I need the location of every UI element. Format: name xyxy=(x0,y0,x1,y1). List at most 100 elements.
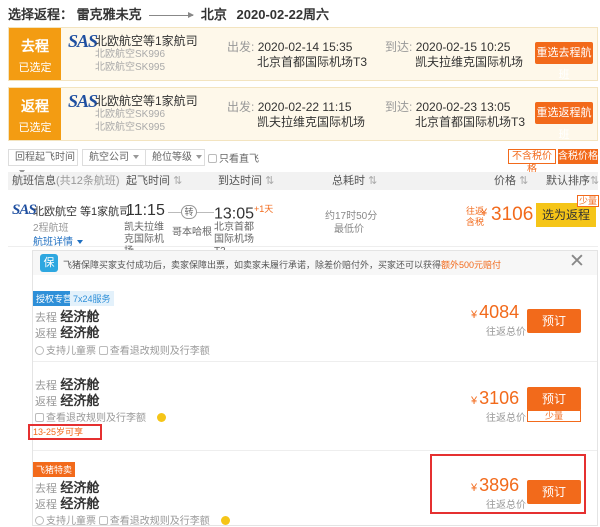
sort-arrows-icon: ⇅ xyxy=(590,175,600,187)
flight-dep-time: 11:15 xyxy=(126,202,165,219)
offer-3-book-button[interactable]: 预订 xyxy=(527,480,581,504)
outbound-airline: 北欧航空等1家航司 xyxy=(95,34,198,48)
offer-1-book-button[interactable]: 预订 xyxy=(527,309,581,333)
offer-3-feature-child: 支持儿童票 xyxy=(46,516,96,527)
offer-2-feature-rules[interactable]: 查看退改规则及行李额 xyxy=(46,413,146,424)
return-arrive-label: 到达: xyxy=(385,100,413,114)
offer-3-price-value: 3896 xyxy=(479,475,520,495)
sort-arrows-icon: ⇅ xyxy=(519,175,529,187)
return-depart-airport: 凯夫拉维克国际机场 xyxy=(257,115,366,129)
header-to: 北京 xyxy=(200,7,227,22)
outbound-arrive-airport: 凯夫拉维克国际机场 xyxy=(415,55,524,69)
col-price-label: 价格 xyxy=(494,175,516,187)
flash-sale-tag: 飞猪特卖 xyxy=(33,462,76,477)
flight-price: 3106 xyxy=(491,204,534,225)
col-duration-sort[interactable]: 总耗时 ⇅ xyxy=(332,172,377,190)
guarantee-text-main: 飞猪保障买家支付成功后，卖家保障出票，如卖家未履行承诺，除差价赔付外，买家还可以… xyxy=(63,260,442,270)
outbound-arrive-time: 2020-02-15 10:25 xyxy=(415,40,511,54)
return-airline: 北欧航空等1家航司 xyxy=(95,94,198,108)
return-tag-label: 返程 xyxy=(21,98,49,114)
flight-duration-sub: 最低价 xyxy=(334,224,364,235)
return-depart-label: 出发: xyxy=(227,100,255,114)
guarantee-text-highlight: 额外500元赔付 xyxy=(441,260,502,270)
sas-logo-icon: SAS xyxy=(68,91,98,111)
outbound-arrive-label: 到达: xyxy=(385,40,413,54)
offer-1-seg-label: 返程 xyxy=(35,328,57,340)
outbound-depart-time: 2020-02-14 15:35 xyxy=(257,40,353,54)
flight-details-link[interactable]: 航班详情 xyxy=(33,233,83,248)
filter-cabin[interactable]: 舱位等级 xyxy=(145,149,205,166)
offer-3-feature-rules[interactable]: 查看退改规则及行李额 xyxy=(110,516,210,527)
flight-arr-time: 13:05+1天 xyxy=(214,202,273,223)
chevron-down-icon xyxy=(133,155,139,160)
return-tag: 返程 已选定 xyxy=(9,88,61,140)
return-depart-time: 2020-02-22 11:15 xyxy=(257,100,352,114)
filter-departure-time[interactable]: 回程起飞时间 xyxy=(8,149,78,175)
offer-2-price: ¥3106 xyxy=(471,388,519,409)
flight-arr-plus: +1天 xyxy=(254,204,274,214)
shield-icon: 保 xyxy=(40,254,58,272)
offer-1-feature-rules[interactable]: 查看退改规则及行李额 xyxy=(110,346,210,357)
yen-icon: ¥ xyxy=(481,207,488,219)
authorized-tag: 授权专营 xyxy=(33,291,76,306)
outbound-leg-box: 去程 已选定 SAS 北欧航空等1家航司 北欧航空SK996 北欧航空SK995… xyxy=(8,27,598,81)
col-arrive-sort[interactable]: 到达时间 ⇅ xyxy=(218,172,274,190)
document-icon xyxy=(35,413,44,422)
filter-airline[interactable]: 航空公司 xyxy=(82,149,146,166)
col-flight-info-label: 航班信息 xyxy=(12,175,56,187)
close-icon[interactable]: ✕ xyxy=(569,252,585,272)
offer-2-book-button[interactable]: 预订 xyxy=(527,387,581,411)
price-without-tax-toggle[interactable]: 不含税价格 xyxy=(508,149,556,175)
document-icon xyxy=(98,516,108,525)
checkbox-icon[interactable] xyxy=(208,154,217,163)
page-header: 选择返程： 雷克雅未克 北京 2020-02-22周六 xyxy=(8,4,329,23)
offer-2-cabin: 经济舱 xyxy=(60,393,100,408)
col-flight-count: (共12条航班) xyxy=(56,175,120,187)
return-flight-1: 北欧航空SK996 xyxy=(95,109,166,120)
transfer-city: 哥本哈根 xyxy=(172,227,212,238)
flight-airline: 北欧航空 等1家航司 xyxy=(33,206,131,218)
yen-icon: ¥ xyxy=(471,395,478,407)
col-default-sort[interactable]: 默认排序⇅ xyxy=(546,172,599,190)
outbound-depart-label: 出发: xyxy=(227,40,255,54)
sort-arrows-icon: ⇅ xyxy=(173,175,183,187)
offer-2-price-value: 3106 xyxy=(479,388,520,408)
col-default-sort-label: 默认排序 xyxy=(546,175,590,187)
offer-1-price: ¥4084 xyxy=(471,302,519,323)
col-price-sort[interactable]: 价格 ⇅ xyxy=(494,172,528,190)
header-from: 雷克雅未克 xyxy=(76,7,142,22)
price-with-tax-toggle[interactable]: 含税价格 xyxy=(558,149,598,164)
col-depart-label: 起飞时间 xyxy=(126,175,170,187)
filter-airline-label: 航空公司 xyxy=(89,152,129,163)
document-icon xyxy=(98,346,108,355)
return-status: 已选定 xyxy=(18,122,52,134)
offer-3-price-sub: 往返总价 xyxy=(486,500,526,511)
direct-only-filter[interactable]: 只看直飞 xyxy=(208,150,259,165)
chevron-down-icon xyxy=(196,155,202,160)
header-date: 2020-02-22周六 xyxy=(236,7,330,22)
offer-1-segment-2: 返程 经济舱 xyxy=(35,322,99,341)
divider xyxy=(33,361,597,362)
sort-arrows-icon: ⇅ xyxy=(265,175,275,187)
yen-icon: ¥ xyxy=(471,309,478,321)
outbound-tag-label: 去程 xyxy=(21,38,49,54)
sas-logo-icon: SAS xyxy=(68,31,98,51)
header-prefix: 选择返程： xyxy=(8,7,74,22)
service-tag: 7x24服务 xyxy=(70,291,114,306)
flight-arr-time-value: 13:05 xyxy=(214,205,255,223)
outbound-tag: 去程 已选定 xyxy=(9,28,61,80)
offer-3-cabin: 经济舱 xyxy=(60,496,100,511)
col-depart-sort[interactable]: 起飞时间 ⇅ xyxy=(126,172,182,190)
age-requirement-note: 13-25岁可享 xyxy=(28,424,102,440)
limited-seats-badge: 少量 xyxy=(577,195,599,207)
reselect-return-button[interactable]: 重选返程航班 xyxy=(535,102,593,141)
outbound-flight-2: 北欧航空SK995 xyxy=(95,62,166,73)
offer-3-price: ¥3896 xyxy=(471,475,519,496)
filter-cabin-label: 舱位等级 xyxy=(152,152,192,163)
reselect-outbound-button[interactable]: 重选去程航班 xyxy=(535,42,593,81)
col-flight-info: 航班信息(共12条航班) xyxy=(12,172,120,190)
arrow-right-icon xyxy=(149,12,195,19)
offer-3-seg-label: 返程 xyxy=(35,499,57,511)
offer-2-limited-badge: 少量 xyxy=(527,410,581,422)
child-icon xyxy=(35,516,44,525)
